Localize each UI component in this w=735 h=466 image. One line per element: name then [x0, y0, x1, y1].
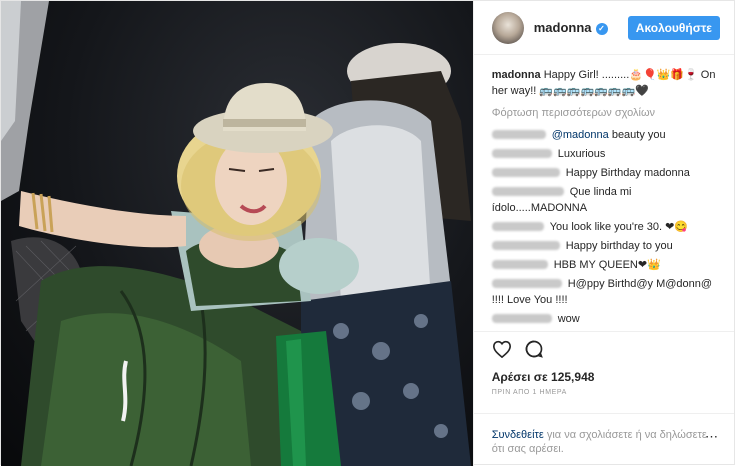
comment-row: H@ppy Birthd@y M@donn@ !!!! Love You !!!…: [491, 276, 722, 308]
post-timestamp: ΠΡΙΝ ΑΠΟ 1 ΗΜΕΡΑ: [491, 389, 567, 396]
comment-username-blurred[interactable]: [491, 314, 552, 323]
comment-row: Que linda mi ídolo.....MADONNA: [491, 184, 722, 216]
comment-text: wow: [557, 313, 580, 325]
comment-username-blurred[interactable]: [491, 149, 552, 158]
comment-row: Luxurious: [491, 146, 722, 162]
post-sidebar: madonna ✓ Ακολουθήστε madonna Happy Girl!…: [472, 1, 734, 466]
follow-button[interactable]: Ακολουθήστε: [627, 15, 720, 40]
comment-username-blurred[interactable]: [491, 241, 560, 250]
comment-text: HBB MY QUEEN❤👑: [553, 259, 661, 271]
comments-list[interactable]: madonna Happy Girl! .........🎂🎈👑🎁🍷 On he…: [474, 55, 734, 331]
comment-icon[interactable]: [524, 339, 544, 364]
comment-text: beauty you: [608, 129, 666, 141]
likes-count[interactable]: Αρέσει σε 125,948: [492, 370, 720, 384]
comment-text: You look like you're 30. ❤😋: [549, 221, 689, 233]
comment-username-blurred[interactable]: [491, 222, 544, 231]
login-link[interactable]: Συνδεθείτε: [492, 429, 544, 441]
comment-row: You look like you're 30. ❤😋: [491, 219, 722, 235]
username-text[interactable]: madonna: [534, 20, 592, 35]
comment-mention[interactable]: @madonna: [552, 129, 609, 141]
comment-text: Luxurious: [557, 148, 606, 160]
comment-username-blurred[interactable]: [491, 168, 560, 177]
verified-badge-icon: ✓: [595, 23, 608, 35]
comment-username-blurred[interactable]: [491, 130, 546, 139]
post-container: madonna ✓ Ακολουθήστε madonna Happy Girl!…: [0, 0, 735, 466]
comment-row: @madonna beauty you: [491, 127, 722, 143]
load-more-comments-link[interactable]: Φόρτωση περισσότερων σχολίων: [492, 105, 722, 121]
post-photo[interactable]: [1, 1, 473, 466]
comment-row: Happy Birthday madonna: [491, 165, 722, 181]
comment-text: Happy Birthday madonna: [565, 167, 690, 179]
login-prompt: Συνδεθείτε για να σχολιάσετε ή να δηλώσε…: [473, 413, 734, 466]
more-options-icon[interactable]: ⋯: [705, 430, 718, 444]
post-header: madonna ✓ Ακολουθήστε: [473, 1, 734, 55]
comment-text: Happy birthday to you: [565, 240, 673, 252]
comment-username-blurred[interactable]: [491, 279, 562, 288]
comment-username-blurred[interactable]: [491, 260, 548, 269]
comment-row: HBB MY QUEEN❤👑: [491, 257, 722, 273]
post-actions: Αρέσει σε 125,948 ΠΡΙΝ ΑΠΟ 1 ΗΜΕΡΑ: [473, 331, 734, 413]
caption-username[interactable]: madonna: [492, 69, 541, 81]
username-link[interactable]: madonna ✓: [534, 20, 608, 35]
comment-row: Happy birthday to you: [491, 238, 722, 254]
post-caption: madonna Happy Girl! .........🎂🎈👑🎁🍷 On he…: [492, 67, 722, 99]
photo-illustration: [1, 1, 471, 466]
avatar[interactable]: [491, 11, 524, 44]
heart-icon[interactable]: [492, 340, 512, 363]
comment-row: wow: [491, 311, 722, 327]
comment-username-blurred[interactable]: [491, 187, 564, 196]
